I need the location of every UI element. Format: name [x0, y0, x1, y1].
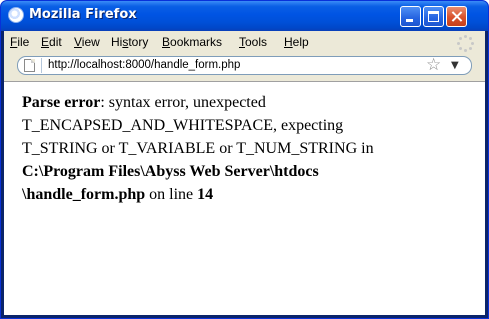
menu-view[interactable]: View — [74, 35, 100, 49]
menu-file[interactable]: File — [10, 35, 29, 49]
title-bar[interactable]: Mozilla Firefox — [1, 1, 488, 31]
menu-help[interactable]: Help — [284, 35, 309, 49]
error-line-text: on line — [145, 186, 198, 203]
error-message-2: T_ENCAPSED_AND_WHITESPACE, expecting — [22, 117, 344, 134]
chevron-down-icon[interactable]: ▼ — [451, 57, 459, 74]
menu-tools[interactable]: Tools — [239, 35, 267, 49]
close-button[interactable] — [446, 6, 467, 27]
throbber-icon — [456, 33, 476, 53]
error-path-2: \handle_form.php — [22, 186, 146, 203]
window-bottom-border — [1, 315, 488, 318]
error-line-number: 14 — [197, 186, 214, 203]
url-divider — [41, 58, 42, 73]
php-error-message: Parse error: syntax error, unexpected T_… — [22, 91, 477, 206]
menu-bar: File Edit View History Bookmarks Tools H… — [4, 33, 485, 53]
error-heading: Parse error — [22, 94, 101, 111]
menu-history[interactable]: History — [111, 35, 148, 49]
star-icon[interactable]: ☆ — [426, 57, 441, 74]
firefox-icon — [8, 7, 24, 23]
browser-window: Mozilla Firefox File Edit View History B… — [0, 0, 489, 319]
address-bar[interactable]: http://localhost:8000/handle_form.php ☆ … — [17, 56, 472, 75]
menu-bookmarks[interactable]: Bookmarks — [162, 35, 222, 49]
page-icon[interactable] — [24, 59, 35, 72]
error-message-1: : syntax error, unexpected — [100, 94, 266, 111]
url-input[interactable]: http://localhost:8000/handle_form.php — [48, 59, 240, 71]
error-message-3: T_STRING or T_VARIABLE or T_NUM_STRING i… — [22, 140, 374, 157]
window-title: Mozilla Firefox — [29, 7, 137, 22]
maximize-button[interactable] — [423, 6, 444, 27]
navigation-bar: http://localhost:8000/handle_form.php ☆ … — [4, 54, 485, 78]
error-path-1: C:\Program Files\Abyss Web Server\htdocs — [22, 163, 319, 180]
menu-edit[interactable]: Edit — [41, 35, 62, 49]
minimize-button[interactable] — [400, 6, 421, 27]
